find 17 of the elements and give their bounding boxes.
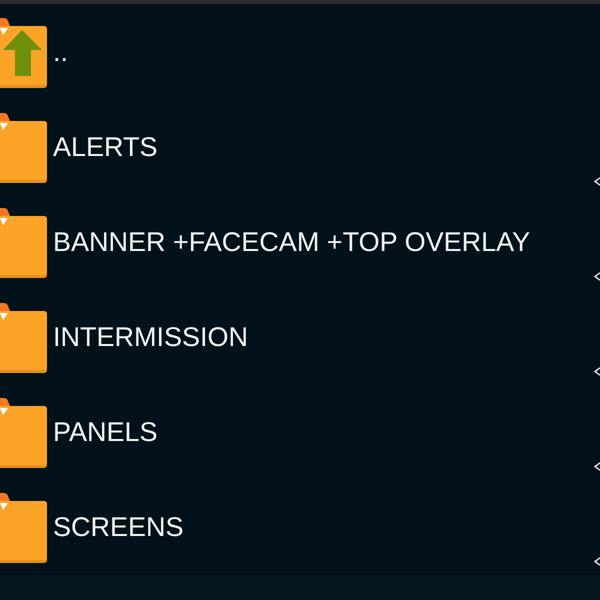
chevron-left-icon[interactable]	[594, 272, 600, 281]
folder-name[interactable]: BANNER +FACECAM +TOP OVERLAY	[53, 229, 530, 256]
folder-icon	[0, 302, 47, 372]
chevron-left-icon[interactable]	[594, 367, 600, 376]
folder-up-arrow-icon	[0, 18, 47, 88]
folder-name[interactable]: SCREENS	[53, 514, 184, 541]
chevron-left-icon[interactable]	[594, 462, 600, 471]
folder-name[interactable]: INTERMISSION	[53, 324, 248, 351]
folder-icon	[0, 398, 47, 468]
parent-folder-label[interactable]: ..	[53, 39, 68, 66]
folder-icon	[0, 492, 47, 562]
folder-name[interactable]: ALERTS	[53, 134, 158, 161]
folder-icon	[0, 112, 47, 182]
chevron-left-icon[interactable]	[594, 557, 600, 566]
folder-icon	[0, 208, 47, 278]
folder-name[interactable]: PANELS	[53, 419, 158, 446]
chevron-left-icon[interactable]	[594, 177, 600, 186]
